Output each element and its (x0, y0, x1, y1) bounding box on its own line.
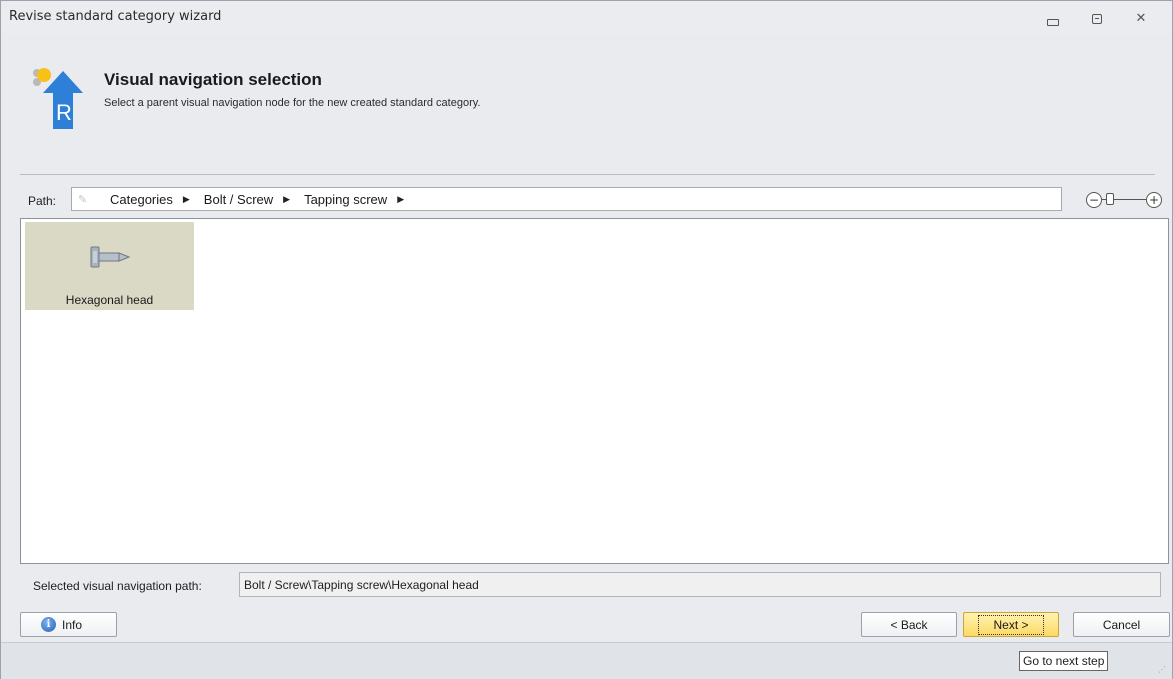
resize-grip-icon[interactable]: ⋰ (1158, 665, 1168, 675)
back-button-label: < Back (890, 617, 928, 632)
zoom-slider[interactable]: − + (1086, 190, 1166, 210)
zoom-out-icon[interactable]: − (1086, 192, 1102, 208)
selected-path-label: Selected visual navigation path: (33, 579, 202, 593)
info-button[interactable]: i Info (20, 612, 117, 637)
back-button[interactable]: < Back (861, 612, 957, 637)
list-item[interactable]: Hexagonal head (25, 222, 194, 310)
title-bar: Revise standard category wizard ✕ (1, 1, 1172, 35)
breadcrumb-tapping-screw[interactable]: Tapping screw (304, 192, 387, 207)
maximize-button[interactable] (1088, 11, 1106, 27)
next-button-label: Next > (978, 614, 1044, 635)
visual-navigation-pane[interactable]: Hexagonal head (20, 218, 1169, 564)
next-button[interactable]: Next > (963, 612, 1059, 637)
zoom-in-icon[interactable]: + (1146, 192, 1162, 208)
zoom-thumb[interactable] (1106, 193, 1114, 205)
path-label: Path: (28, 194, 57, 208)
maximize-icon (1092, 14, 1102, 24)
minimize-icon (1047, 18, 1059, 26)
selected-path-field: Bolt / Screw\Tapping screw\Hexagonal hea… (239, 572, 1161, 597)
breadcrumb-arrow-icon[interactable]: ▶ (183, 194, 190, 205)
wizard-window: Revise standard category wizard ✕ R Visu… (0, 0, 1173, 679)
tile-label: Hexagonal head (65, 293, 154, 307)
breadcrumb-categories[interactable]: Categories (110, 192, 173, 207)
logo-letter: R (56, 100, 72, 125)
page-subtitle: Select a parent visual navigation node f… (104, 97, 481, 109)
close-icon: ✕ (1135, 11, 1147, 26)
minimize-button[interactable] (1044, 11, 1062, 27)
status-bar (1, 642, 1172, 679)
window-title: Revise standard category wizard (9, 9, 222, 24)
header-divider (20, 174, 1155, 175)
hex-head-screw-icon (90, 246, 131, 268)
breadcrumb-arrow-icon[interactable]: ▶ (397, 194, 404, 205)
close-button[interactable]: ✕ (1132, 11, 1150, 27)
revise-wizard-logo-icon: R (33, 68, 83, 129)
breadcrumb-arrow-icon[interactable]: ▶ (283, 194, 290, 205)
tooltip: Go to next step (1019, 651, 1109, 671)
cancel-button-label: Cancel (1102, 617, 1141, 632)
breadcrumb-bolt-screw[interactable]: Bolt / Screw (204, 192, 273, 207)
info-icon: i (41, 617, 56, 632)
page-title: Visual navigation selection (104, 70, 322, 89)
breadcrumb[interactable]: ✎ Categories ▶ Bolt / Screw ▶ Tapping sc… (71, 187, 1062, 211)
info-button-label: Info (62, 617, 83, 632)
cancel-button[interactable]: Cancel (1073, 612, 1170, 637)
pencil-icon[interactable]: ✎ (78, 193, 96, 206)
